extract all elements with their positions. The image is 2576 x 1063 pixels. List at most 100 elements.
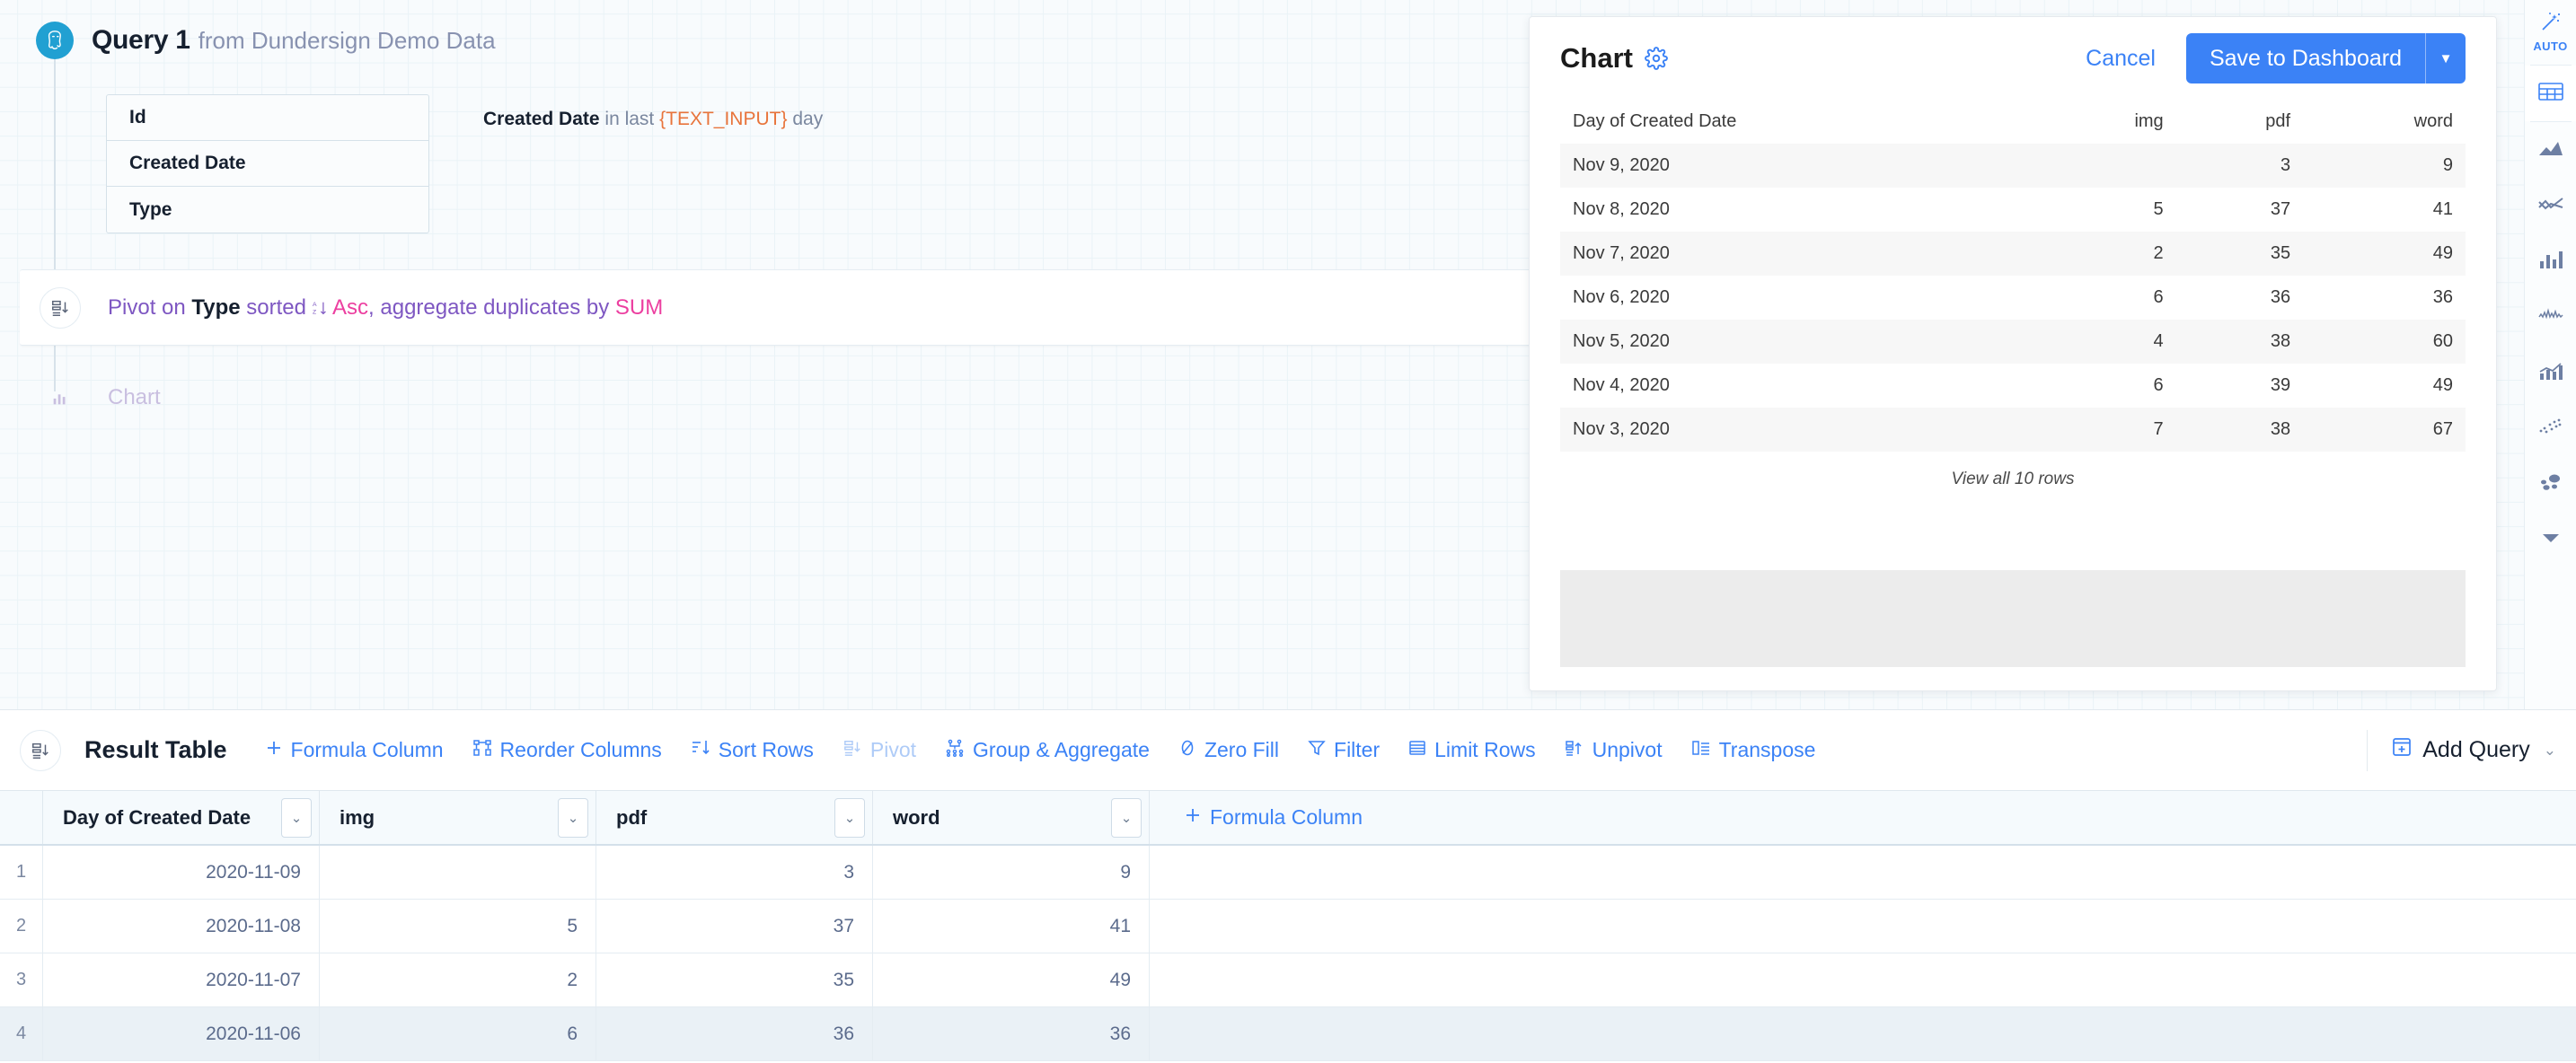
fields-and-filter-row: Id Created Date Type Created Date in las… [106, 94, 823, 233]
result-grid: Day of Created Date ⌄ img ⌄ pdf ⌄ word ⌄… [0, 790, 2576, 1063]
formula-column-button[interactable]: Formula Column [251, 738, 458, 762]
filter-button[interactable]: Filter [1293, 738, 1394, 762]
cell-img [2039, 144, 2176, 188]
pivot-sort-direction[interactable]: Asc [332, 295, 368, 320]
line-chart-icon [2537, 194, 2564, 218]
cell-word[interactable]: 41 [873, 900, 1150, 953]
view-all-rows-link[interactable]: View all 10 rows [1560, 452, 2466, 489]
save-to-dashboard-button[interactable]: Save to Dashboard [2186, 33, 2425, 83]
column-menu-chevron-down-icon[interactable]: ⌄ [834, 797, 865, 838]
sort-az-icon: A Z [313, 295, 332, 320]
gear-icon[interactable] [1645, 47, 1668, 70]
save-to-dashboard-group: Save to Dashboard ▼ [2185, 33, 2466, 83]
cell-pdf: 38 [2270, 419, 2291, 439]
cell-img[interactable] [320, 846, 596, 899]
column-header-pdf[interactable]: pdf ⌄ [596, 791, 873, 844]
zero-fill-button[interactable]: Zero Fill [1164, 738, 1293, 762]
pivot-column[interactable]: Type [191, 295, 240, 320]
svg-text:A: A [313, 301, 317, 307]
sort-rows-button[interactable]: Sort Rows [676, 738, 828, 762]
cell-img[interactable]: 5 [320, 900, 596, 953]
column-header-word[interactable]: word ⌄ [873, 791, 1150, 844]
rail-item-auto[interactable]: AUTO [2525, 0, 2576, 65]
rail-item-bubble-chart[interactable] [2525, 456, 2576, 512]
pivot-aggregate[interactable]: SUM [615, 295, 663, 320]
toolbar-divider [2367, 729, 2369, 771]
table-row[interactable]: 1 2020-11-09 3 9 [0, 846, 2576, 900]
column-menu-chevron-down-icon[interactable]: ⌄ [1111, 797, 1142, 838]
table-row: Nov 4, 2020 6 39 49 [1560, 364, 2466, 408]
chart-panel-title: Chart [1560, 42, 1633, 74]
cell-day-of-created-date[interactable]: 2020-11-06 [43, 1007, 320, 1060]
grid-corner-cell [0, 791, 43, 844]
chart-placeholder-area [1560, 570, 2466, 667]
column-menu-chevron-down-icon[interactable]: ⌄ [558, 797, 588, 838]
rail-item-more[interactable] [2525, 512, 2576, 567]
limit-rows-button[interactable]: Limit Rows [1394, 738, 1549, 762]
cancel-button[interactable]: Cancel [2086, 46, 2156, 72]
cell-img[interactable]: 6 [320, 1007, 596, 1060]
pivot-step-card[interactable]: Pivot on Type sorted A Z Asc, aggregate … [20, 269, 1636, 346]
cell-pdf[interactable]: 3 [596, 846, 873, 899]
field-item-created-date[interactable]: Created Date [107, 141, 428, 187]
table-row[interactable]: 3 2020-11-07 2 35 49 [0, 953, 2576, 1007]
cell-word[interactable]: 9 [873, 846, 1150, 899]
cell-pdf[interactable]: 35 [596, 953, 873, 1006]
rail-item-combo-chart[interactable] [2525, 345, 2576, 400]
chart-type-rail: AUTO [2524, 0, 2576, 709]
rail-item-line-chart[interactable] [2525, 178, 2576, 233]
save-dropdown-chevron-down-icon[interactable]: ▼ [2426, 33, 2466, 83]
zero-fill-label: Zero Fill [1204, 738, 1280, 761]
cell-date: Nov 6, 2020 [1573, 287, 1670, 307]
add-formula-column-label: Formula Column [1210, 805, 1363, 829]
table-row[interactable]: 4 2020-11-06 6 36 36 [0, 1007, 2576, 1061]
rail-item-scatter-chart[interactable] [2525, 400, 2576, 456]
cell-word[interactable]: 49 [873, 953, 1150, 1006]
unpivot-icon [1565, 738, 1584, 762]
cell-day-of-created-date[interactable]: 2020-11-08 [43, 900, 320, 953]
transpose-button[interactable]: Transpose [1677, 738, 1831, 762]
cell-img[interactable]: 2 [320, 953, 596, 1006]
pivot-label: Pivot [869, 738, 917, 761]
chart-col-word: word [2413, 111, 2453, 131]
pivot-step-text: Pivot on Type sorted A Z Asc, aggregate … [108, 295, 663, 321]
column-header-label: Day of Created Date [63, 805, 251, 829]
filter-expression[interactable]: Created Date in last {TEXT_INPUT} day [483, 107, 823, 131]
cell-day-of-created-date[interactable]: 2020-11-07 [43, 953, 320, 1006]
table-row[interactable]: 2 2020-11-08 5 37 41 [0, 900, 2576, 953]
add-query-button[interactable]: Add Query ⌄ [2391, 736, 2576, 764]
chevron-down-icon[interactable]: ⌄ [2544, 742, 2556, 760]
column-menu-chevron-down-icon[interactable]: ⌄ [281, 797, 312, 838]
cell-day-of-created-date[interactable]: 2020-11-09 [43, 846, 320, 899]
rail-item-area-chart[interactable] [2525, 122, 2576, 178]
add-query-icon [2391, 736, 2413, 764]
rail-item-table[interactable] [2524, 66, 2576, 121]
cell-word: 41 [2432, 199, 2453, 219]
cell-word[interactable]: 36 [873, 1007, 1150, 1060]
column-header-img[interactable]: img ⌄ [320, 791, 596, 844]
chart-step-card[interactable]: Chart [20, 377, 161, 418]
chevron-down-icon [2539, 531, 2563, 549]
row-filler [1150, 900, 2576, 953]
bar-chart-icon [40, 377, 81, 418]
table-row: Nov 7, 2020 2 35 49 [1560, 232, 2466, 276]
add-formula-column-button[interactable]: Formula Column [1150, 791, 2576, 844]
row-number: 3 [0, 953, 43, 1006]
cell-pdf[interactable]: 37 [596, 900, 873, 953]
unpivot-button[interactable]: Unpivot [1550, 738, 1677, 762]
field-item-type[interactable]: Type [107, 187, 428, 233]
rail-item-bar-chart[interactable] [2525, 233, 2576, 289]
group-aggregate-button[interactable]: Group & Aggregate [931, 738, 1164, 762]
query-header: Query 1 from Dundersign Demo Data [36, 22, 496, 59]
cell-date: Nov 8, 2020 [1573, 199, 1670, 219]
postgresql-elephant-icon[interactable] [36, 22, 74, 59]
cell-pdf[interactable]: 36 [596, 1007, 873, 1060]
reorder-columns-button[interactable]: Reorder Columns [458, 738, 676, 762]
cell-pdf: 38 [2270, 331, 2291, 351]
row-number: 1 [0, 846, 43, 899]
cell-word: 36 [2432, 287, 2453, 307]
column-header-day-of-created-date[interactable]: Day of Created Date ⌄ [43, 791, 320, 844]
filter-token-input[interactable]: {TEXT_INPUT} [659, 109, 787, 129]
rail-item-spline-chart[interactable] [2525, 289, 2576, 345]
field-item-id[interactable]: Id [107, 95, 428, 141]
